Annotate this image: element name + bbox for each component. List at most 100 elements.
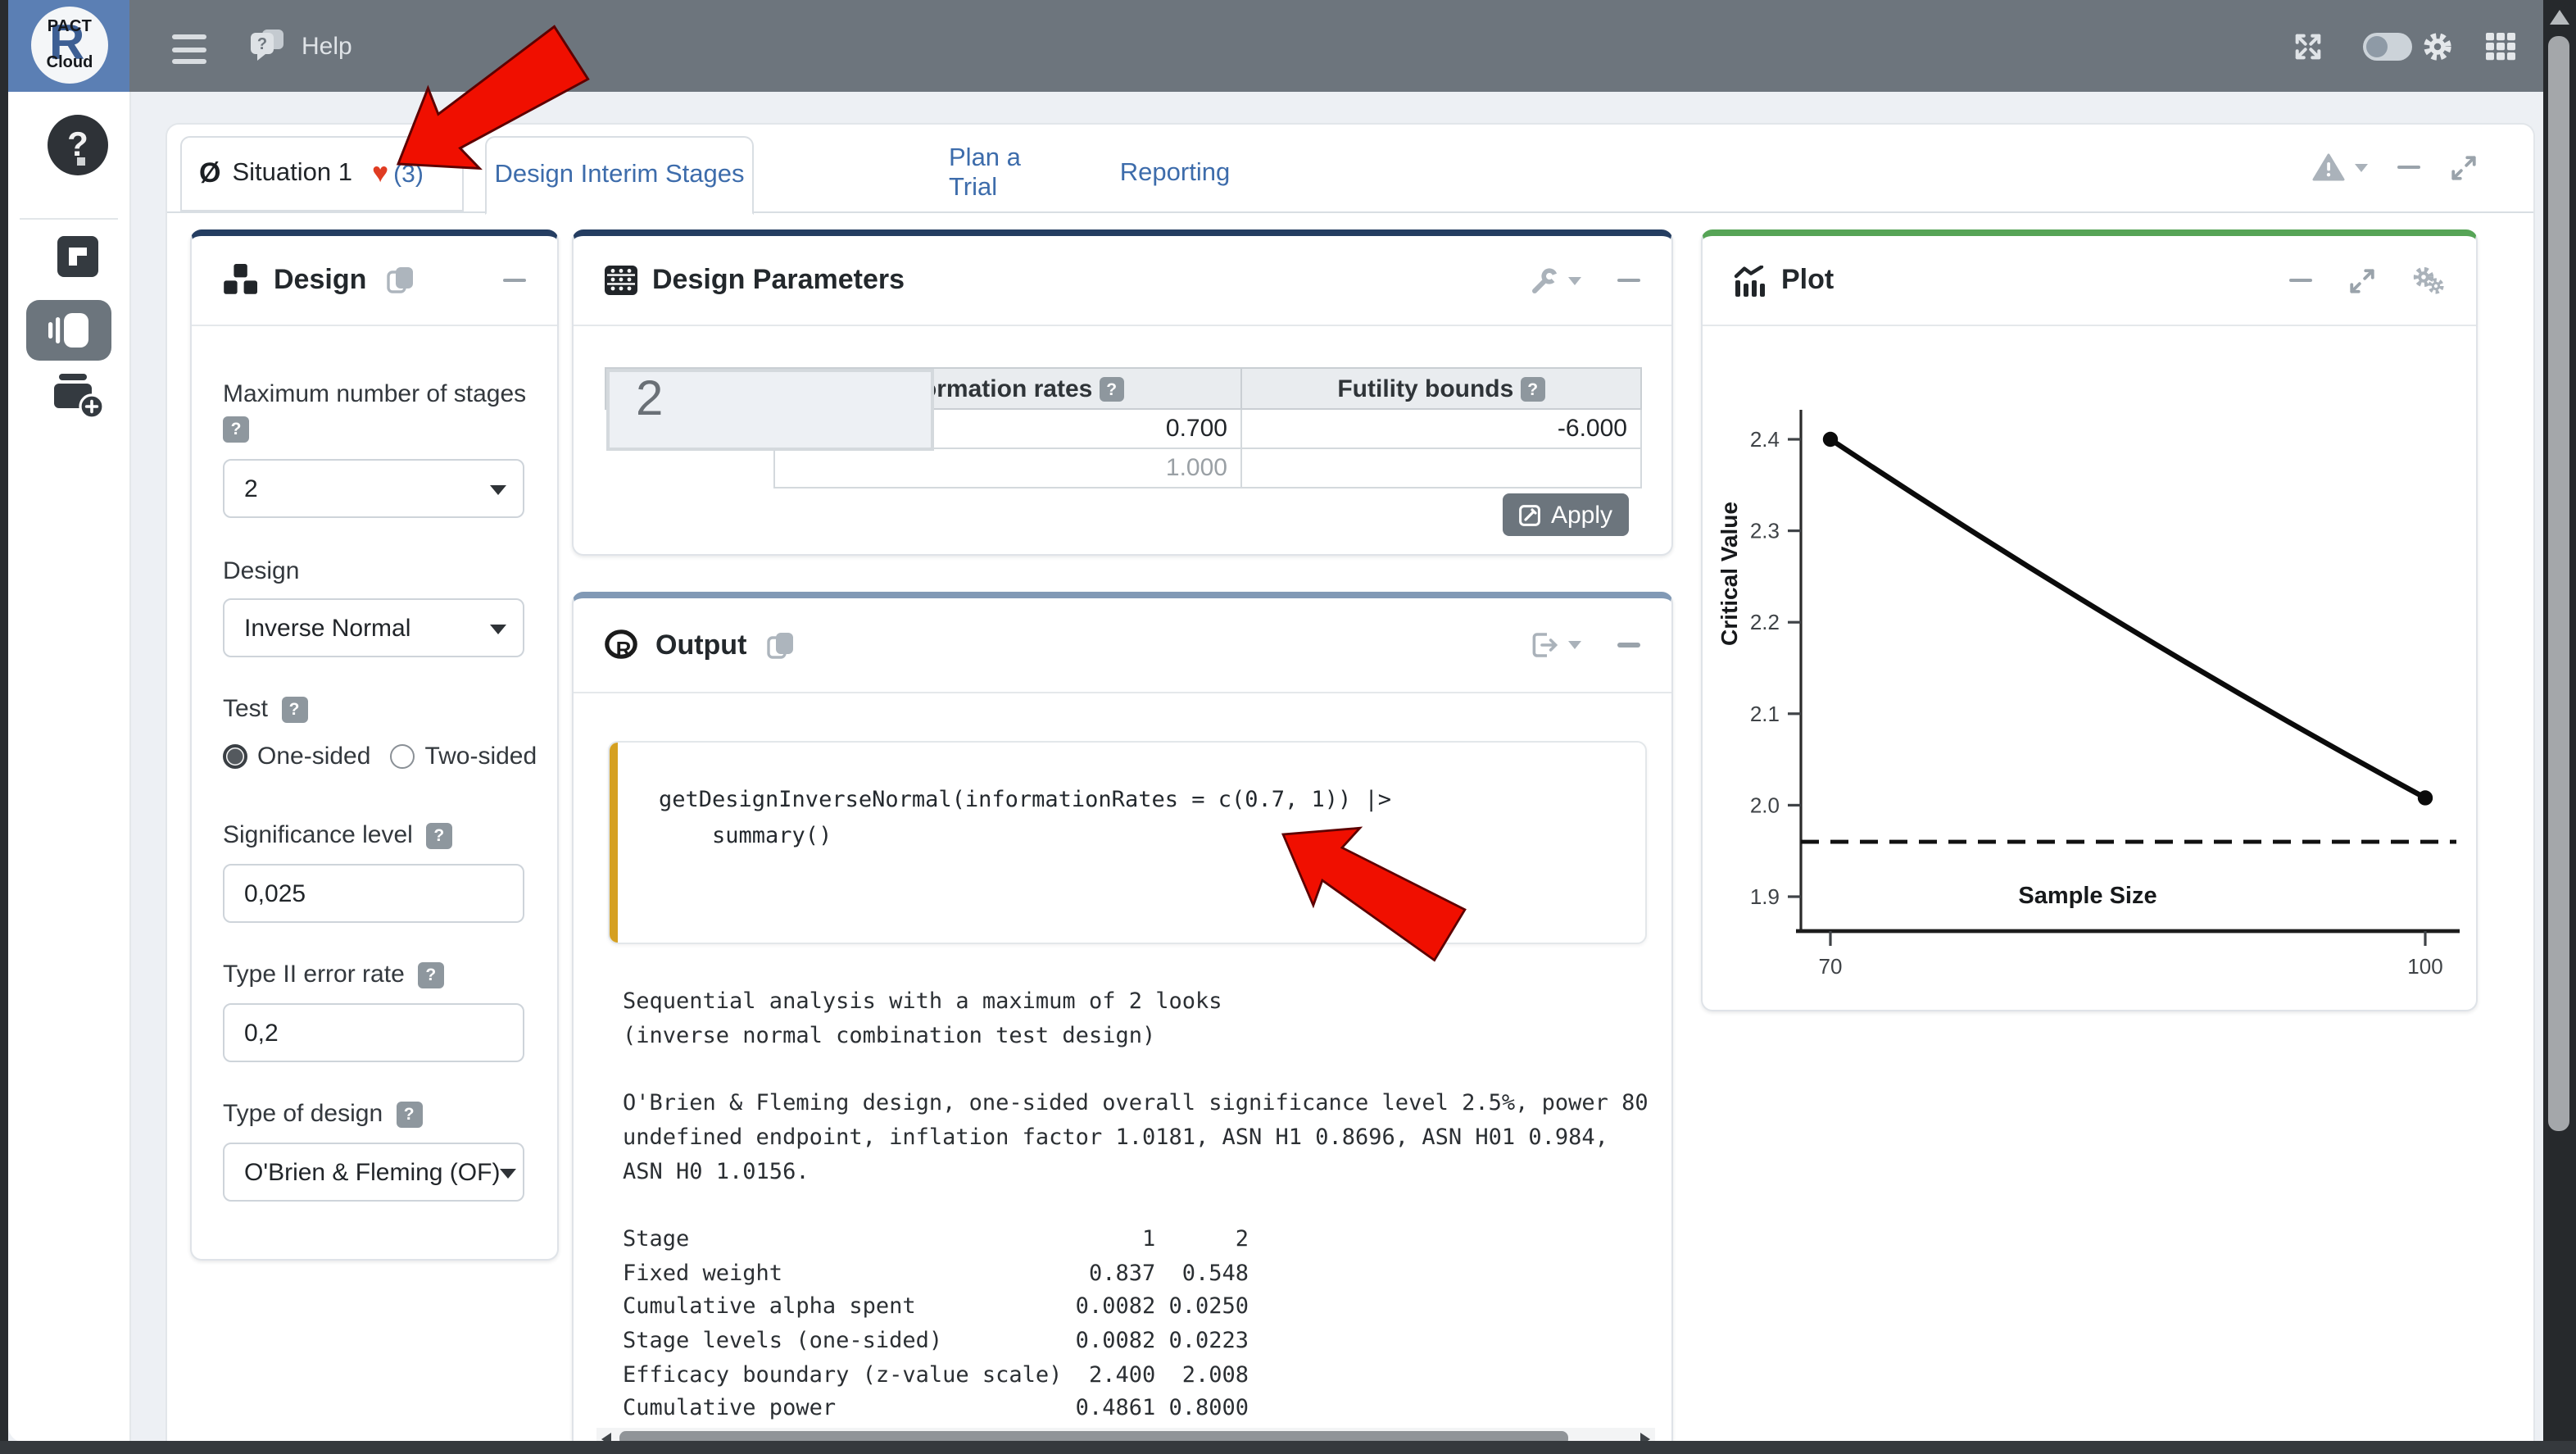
significance-help-icon[interactable]: ? [426,822,452,848]
table-grid-icon [605,266,637,295]
type-of-design-label: Type of design [223,1100,383,1128]
type2-error-help-icon[interactable]: ? [418,961,444,988]
test-help-icon[interactable]: ? [281,696,307,722]
information-rates-help-icon[interactable]: ? [1100,377,1124,402]
significance-label: Significance level [223,821,413,849]
type2-error-label: Type II error rate [223,961,405,988]
scrollbar-thumb[interactable] [2548,36,2569,1131]
scroll-up-arrow[interactable] [2550,10,2569,25]
plot-settings-gears-icon[interactable] [2411,266,2444,295]
type2-error-input[interactable] [223,1003,524,1062]
tab-plan-a-trial[interactable]: Plan a Trial [949,136,1067,211]
logo-text-bottom: Cloud [47,55,93,71]
chevron-down-icon [499,1168,515,1178]
help-button[interactable]: ? Help [247,26,352,66]
radio-two-sided[interactable] [390,744,415,769]
max-stages-help-icon[interactable]: ? [223,416,249,443]
collapse-output-card-button[interactable] [1617,643,1640,647]
expand-plot-button[interactable] [2347,266,2375,294]
test-label: Test [223,695,268,723]
col-futility-bounds: Futility bounds ? [1241,368,1641,409]
y-axis-label: Critical Value [1716,475,1742,672]
chevron-down-icon [2355,163,2368,171]
y-tick-label: 2.2 [1750,610,1780,634]
tab-design-interim-stages[interactable]: Design Interim Stages [485,136,754,214]
r-output-text[interactable]: Sequential analysis with a maximum of 2 … [623,985,1649,1426]
design-select-label: Design [223,557,299,585]
x-axis-label: Sample Size [1875,884,2301,910]
r-code[interactable]: getDesignInverseNormal(informationRates … [659,782,1391,854]
theme-toggle[interactable] [2363,33,2412,61]
menu-hamburger-icon[interactable] [172,34,206,71]
data-point [2418,790,2433,805]
fullscreen-arrows-icon[interactable] [2293,31,2324,62]
collapse-parameters-card-button[interactable] [1617,278,1640,282]
sidebar-item-layout[interactable] [57,236,98,277]
apply-button[interactable]: Apply [1503,493,1629,536]
sidebar-divider [20,218,118,220]
y-tick-label: 1.9 [1750,884,1780,909]
information-rate-cell[interactable]: 1.000 [774,448,1241,488]
page-vertical-scrollbar[interactable] [2543,0,2576,1441]
top-navbar: R PACT Cloud ? Help [8,0,2543,92]
collapse-tab-panel-button[interactable] [2397,165,2420,169]
tab-situation[interactable]: Ø Situation 1 ♥ (3) [179,136,464,211]
help-bubbles-icon: ? [247,26,290,66]
type-of-design-help-icon[interactable]: ? [396,1101,422,1127]
design-card-title: Design [274,264,366,297]
export-dropdown[interactable] [1531,631,1581,659]
warning-triangle-icon [2312,152,2345,182]
significance-input[interactable] [223,864,524,923]
svg-text:R: R [616,636,632,661]
tab-reporting[interactable]: Reporting [1122,136,1227,211]
favorite-count[interactable]: (3) [393,160,424,188]
left-sidebar: ? [8,92,131,1442]
logo-text-top: PACT [48,19,93,35]
window-bottom-bar [0,1441,2576,1454]
y-tick-label: 2.0 [1750,793,1780,817]
warnings-dropdown[interactable] [2312,152,2368,182]
copy-icon[interactable] [386,266,414,295]
toggle-knob [2366,36,2388,57]
expand-tab-panel-button[interactable] [2450,153,2478,181]
table-row: 2 1.000 [605,448,1641,488]
collapse-design-card-button[interactable] [502,278,525,282]
design-parameters-title: Design Parameters [652,264,905,297]
app-logo[interactable]: R PACT Cloud [8,0,129,92]
y-tick-label: 2.4 [1750,427,1780,452]
x-tick-label: 100 [2407,954,2442,979]
chevron-down-icon [489,624,506,634]
design-card: Design Maximum number of stages ? 2 Desi… [190,229,558,1261]
main-panel: Ø Situation 1 ♥ (3) Design Interim Stage… [166,123,2535,1441]
max-stages-select[interactable]: 2 [223,459,524,518]
settings-gear-icon[interactable] [2422,31,2453,62]
apps-grid-icon[interactable] [2486,33,2515,61]
copy-icon[interactable] [766,630,794,660]
y-tick-label: 2.3 [1750,519,1780,543]
futility-bound-cell[interactable] [1241,448,1641,488]
avatar[interactable]: ? [48,115,108,175]
apply-label: Apply [1551,501,1612,529]
favorite-heart-icon[interactable]: ♥ [372,157,388,190]
max-stages-value: 2 [244,475,258,502]
window-left-edge [0,0,8,1454]
collapse-plot-card-button[interactable] [2288,278,2311,282]
tabbar-controls [2312,125,2478,210]
critical-value-line [1830,439,2425,797]
futility-bound-cell[interactable]: -6.000 [1241,409,1641,448]
radio-one-sided[interactable] [223,744,247,769]
stage-cell: 2 [605,368,933,450]
type-of-design-select[interactable]: O'Brien & Fleming (OF) [223,1143,524,1202]
situation-tab-label: Situation 1 [232,159,352,189]
max-stages-label: Maximum number of stages [223,380,526,408]
app-window: R PACT Cloud ? Help [0,0,2576,1454]
futility-bounds-help-icon[interactable]: ? [1521,377,1545,402]
help-label: Help [302,32,352,60]
design-select[interactable]: Inverse Normal [223,598,524,657]
chevron-down-icon [1568,641,1581,649]
code-accent-bar [610,743,617,943]
sidebar-item-add-situation[interactable] [52,374,103,420]
chevron-down-icon [489,484,506,494]
tools-dropdown[interactable] [1531,266,1581,294]
sidebar-item-situations-active[interactable] [26,300,111,361]
